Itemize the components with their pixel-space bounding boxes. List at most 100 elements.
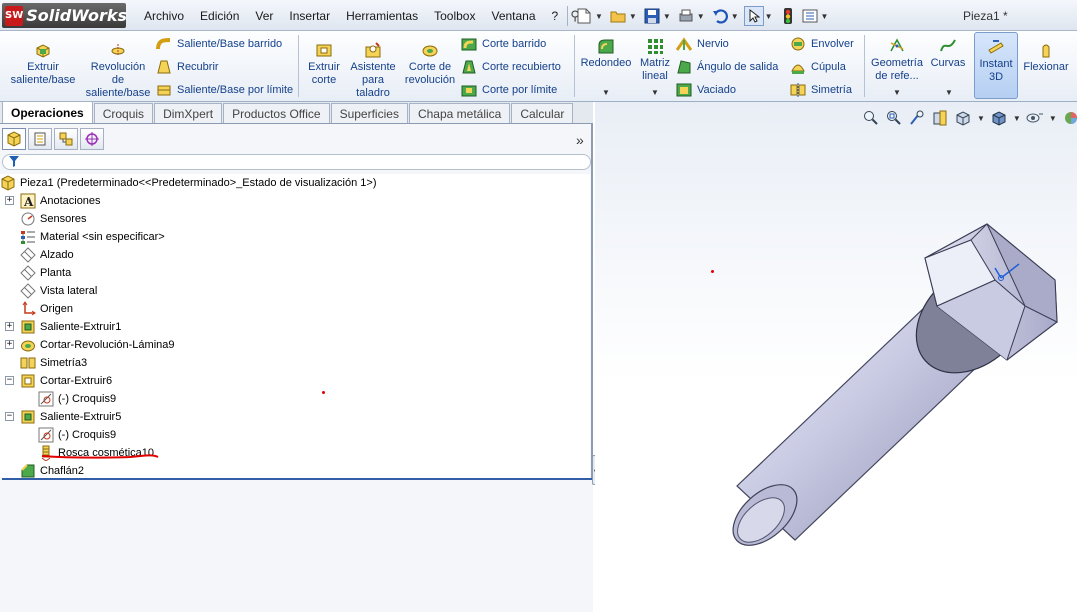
curves-button[interactable]: Curvas bbox=[928, 37, 968, 70]
new-document-icon[interactable] bbox=[574, 6, 594, 26]
expand-toggle-icon[interactable]: + bbox=[5, 196, 14, 205]
expand-toggle-icon[interactable]: + bbox=[5, 322, 14, 331]
linear-pattern-button[interactable]: Matriz lineal bbox=[636, 37, 674, 83]
solidworks-logo[interactable]: SW SolidWorks bbox=[2, 3, 127, 28]
tab-dimxpert[interactable]: DimXpert bbox=[154, 103, 223, 123]
tree-item[interactable]: Origen bbox=[20, 300, 73, 318]
boundary-cut-button[interactable]: Corte por límite bbox=[461, 80, 557, 100]
open-icon[interactable] bbox=[608, 6, 628, 26]
rib-button[interactable]: Nervio bbox=[676, 34, 729, 54]
tab-operaciones[interactable]: Operaciones bbox=[2, 101, 93, 123]
menu-archivo[interactable]: Archivo bbox=[136, 9, 192, 23]
zoom-area-icon[interactable] bbox=[885, 109, 903, 127]
bolt-3d-model[interactable] bbox=[725, 210, 1065, 560]
filter-icon bbox=[9, 156, 19, 170]
tree-item[interactable]: Alzado bbox=[20, 246, 74, 264]
print-dropdown-arrow[interactable]: ▼ bbox=[697, 12, 705, 21]
options-dropdown-arrow[interactable]: ▼ bbox=[821, 12, 829, 21]
hide-show-dropdown-arrow[interactable]: ▼ bbox=[1049, 114, 1057, 123]
tree-item[interactable]: + Cortar-Revolución-Lámina9 bbox=[5, 336, 175, 354]
tree-item[interactable]: Planta bbox=[20, 264, 71, 282]
dome-button[interactable]: Cúpula bbox=[790, 57, 846, 77]
command-manager-tabs: Operaciones Croquis DimXpert Productos O… bbox=[0, 101, 593, 124]
loft-cut-button[interactable]: Corte recubierto bbox=[461, 57, 561, 77]
section-view-icon[interactable] bbox=[931, 109, 949, 127]
undo-dropdown-arrow[interactable]: ▼ bbox=[731, 12, 739, 21]
zoom-to-fit-icon[interactable] bbox=[862, 109, 880, 127]
tab-superficies[interactable]: Superficies bbox=[330, 103, 408, 123]
menu-herramientas[interactable]: Herramientas bbox=[338, 9, 426, 23]
tree-item[interactable]: Simetría3 bbox=[20, 354, 87, 372]
collapse-toggle-icon[interactable]: − bbox=[5, 412, 14, 421]
tree-item[interactable]: − Cortar-Extruir6 bbox=[5, 372, 112, 390]
rebuild-icon[interactable] bbox=[778, 6, 798, 26]
tree-item[interactable]: (-) Croquis9 bbox=[38, 426, 116, 444]
display-style-icon[interactable] bbox=[990, 109, 1008, 127]
tree-filter-bar[interactable] bbox=[2, 154, 591, 170]
hole-wizard-button[interactable]: Asistente para taladro bbox=[346, 41, 400, 100]
tab-croquis[interactable]: Croquis bbox=[93, 103, 154, 123]
tree-item[interactable]: − Saliente-Extruir5 bbox=[5, 408, 121, 426]
save-dropdown-arrow[interactable]: ▼ bbox=[663, 12, 671, 21]
save-icon[interactable] bbox=[642, 6, 662, 26]
swept-boss-button[interactable]: Saliente/Base barrido bbox=[156, 34, 282, 54]
loft-boss-button[interactable]: Recubrir bbox=[156, 57, 219, 77]
display-style-dropdown-arrow[interactable]: ▼ bbox=[1013, 114, 1021, 123]
extrude-cut-button[interactable]: Extruir corte bbox=[303, 41, 345, 87]
view-orientation-dropdown-arrow[interactable]: ▼ bbox=[977, 114, 985, 123]
select-icon[interactable] bbox=[743, 6, 764, 26]
shell-button[interactable]: Vaciado bbox=[676, 80, 736, 100]
dimxpert-manager-icon[interactable] bbox=[80, 128, 104, 150]
open-dropdown-arrow[interactable]: ▼ bbox=[629, 12, 637, 21]
tree-item[interactable]: Pieza1 (Predeterminado<<Predeterminado>_… bbox=[0, 174, 377, 192]
tree-item[interactable]: + Saliente-Extruir1 bbox=[5, 318, 121, 336]
extrude-boss-button[interactable]: Extruir saliente/base bbox=[4, 41, 82, 87]
mirror-button[interactable]: Simetría bbox=[790, 80, 852, 100]
menu-ventana[interactable]: Ventana bbox=[483, 9, 543, 23]
previous-view-icon[interactable] bbox=[908, 109, 926, 127]
instant3d-button[interactable]: Instant 3D bbox=[974, 32, 1018, 99]
configuration-manager-icon[interactable] bbox=[54, 128, 78, 150]
boundary-boss-button[interactable]: Saliente/Base por límite bbox=[156, 80, 293, 100]
tab-chapa-metalica[interactable]: Chapa metálica bbox=[408, 103, 511, 123]
view-orientation-icon[interactable] bbox=[954, 109, 972, 127]
expand-panel-icon[interactable]: » bbox=[576, 132, 584, 148]
property-manager-icon[interactable] bbox=[28, 128, 52, 150]
flex-button[interactable]: Flexionar bbox=[1020, 41, 1072, 74]
tree-item-label: Material <sin especificar> bbox=[40, 231, 165, 243]
tree-item[interactable]: (-) Croquis9 bbox=[38, 390, 116, 408]
select-dropdown-arrow[interactable]: ▼ bbox=[765, 12, 773, 21]
draft-button[interactable]: Ángulo de salida bbox=[676, 57, 778, 77]
appearance-icon[interactable] bbox=[1062, 109, 1077, 127]
revolve-boss-icon bbox=[111, 44, 125, 56]
menu-edicion[interactable]: Edición bbox=[192, 9, 247, 23]
wrap-button[interactable]: Envolver bbox=[790, 34, 854, 54]
tree-item[interactable]: + A Anotaciones bbox=[5, 192, 101, 210]
tab-productos-office[interactable]: Productos Office bbox=[223, 103, 330, 123]
tab-calcular[interactable]: Calcular bbox=[511, 103, 574, 123]
menu-insertar[interactable]: Insertar bbox=[281, 9, 338, 23]
expand-toggle-icon[interactable]: + bbox=[5, 340, 14, 349]
swept-cut-button[interactable]: Corte barrido bbox=[461, 34, 546, 54]
options-icon[interactable] bbox=[800, 6, 820, 26]
curves-dropdown-arrow[interactable]: ▼ bbox=[945, 88, 953, 97]
new-dropdown-arrow[interactable]: ▼ bbox=[595, 12, 603, 21]
print-icon[interactable] bbox=[676, 6, 696, 26]
collapse-toggle-icon[interactable]: − bbox=[5, 376, 14, 385]
menu-ver[interactable]: Ver bbox=[247, 9, 281, 23]
ref-geometry-dropdown-arrow[interactable]: ▼ bbox=[893, 88, 901, 97]
hide-show-icon[interactable] bbox=[1026, 109, 1044, 127]
ref-geometry-button[interactable]: Geometría de refe... bbox=[868, 37, 926, 83]
pattern-dropdown-arrow[interactable]: ▼ bbox=[651, 88, 659, 97]
feature-tree-icon[interactable] bbox=[2, 128, 26, 150]
fillet-dropdown-arrow[interactable]: ▼ bbox=[602, 88, 610, 97]
tree-item[interactable]: Sensores bbox=[20, 210, 86, 228]
revolve-cut-button[interactable]: Corte de revolución bbox=[402, 41, 458, 87]
undo-icon[interactable] bbox=[710, 6, 730, 26]
tree-item[interactable]: Vista lateral bbox=[20, 282, 97, 300]
tree-item[interactable]: Material <sin especificar> bbox=[20, 228, 165, 246]
revolve-boss-button[interactable]: Revolución de saliente/base bbox=[84, 41, 152, 100]
menu-toolbox[interactable]: Toolbox bbox=[426, 9, 483, 23]
fillet-button[interactable]: Redondeo bbox=[578, 37, 634, 70]
extrude-boss-icon bbox=[36, 44, 50, 58]
